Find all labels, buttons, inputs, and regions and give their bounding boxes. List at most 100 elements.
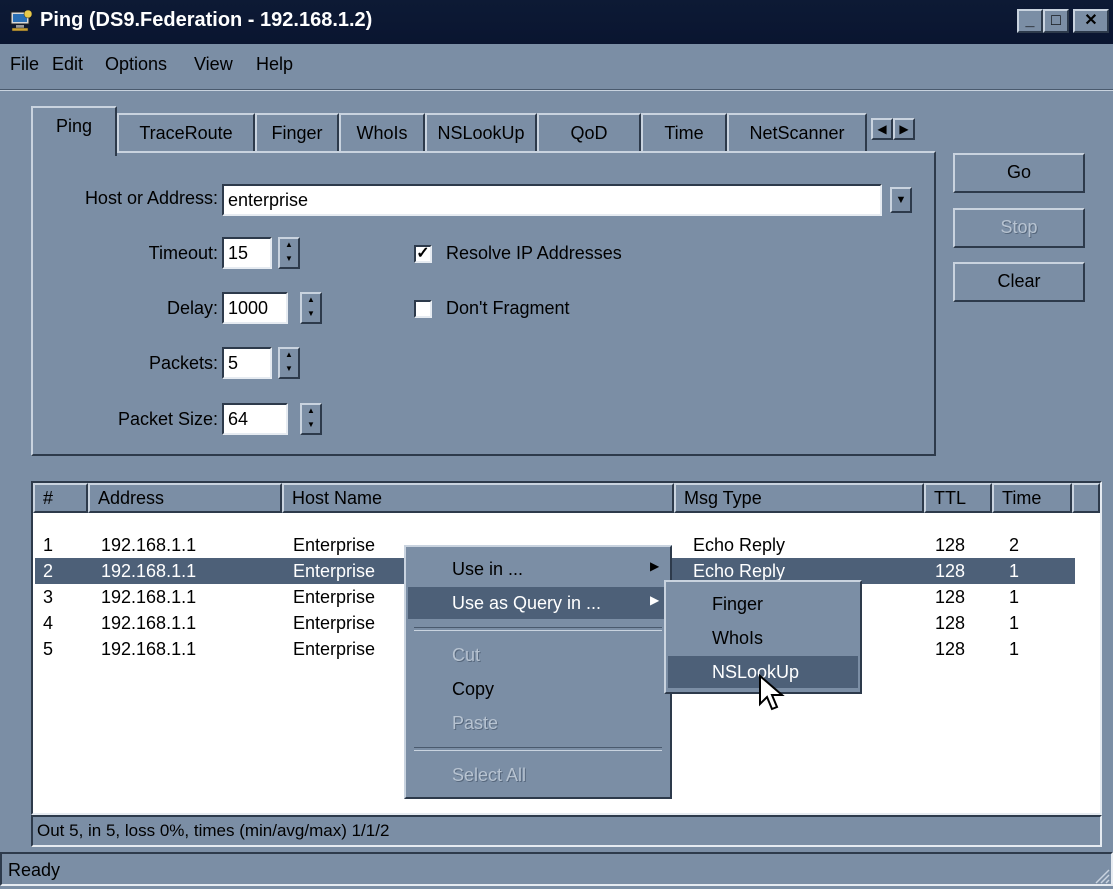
cell-address[interactable]: 192.168.1.1 <box>101 584 196 610</box>
menu-item-select-all[interactable]: Select All <box>408 759 668 791</box>
host-input[interactable]: enterprise <box>222 184 882 216</box>
tab-qod[interactable]: QoD <box>537 113 641 153</box>
cell-ttl[interactable]: 128 <box>935 584 965 610</box>
tab-scroll-left-icon[interactable]: ◀ <box>871 118 893 140</box>
close-button[interactable]: ✕ <box>1073 9 1109 33</box>
column-header-time[interactable]: Time <box>992 483 1072 513</box>
timeout-input[interactable]: 15 <box>222 237 272 269</box>
spin-up-icon[interactable]: ▲ <box>302 294 320 308</box>
title-bar[interactable]: Ping (DS9.Federation - 192.168.1.2) _ □ … <box>0 0 1113 44</box>
cell-address[interactable]: 192.168.1.1 <box>101 532 196 558</box>
menu-view[interactable]: View <box>194 54 233 75</box>
menu-options[interactable]: Options <box>105 54 167 75</box>
tab-time[interactable]: Time <box>641 113 727 153</box>
menu-separator <box>414 747 662 751</box>
delay-input[interactable]: 1000 <box>222 292 288 324</box>
submenu-item-finger[interactable]: Finger <box>668 588 858 620</box>
tab-traceroute[interactable]: TraceRoute <box>117 113 255 153</box>
menu-divider <box>0 89 1113 91</box>
maximize-button[interactable]: □ <box>1043 9 1069 33</box>
dont-fragment-label: Don't Fragment <box>446 298 570 318</box>
submenu-item-whois[interactable]: WhoIs <box>668 622 858 654</box>
column-header-number[interactable]: # <box>33 483 88 513</box>
ping-panel: Host or Address: enterprise ▼ Timeout: 1… <box>31 151 936 456</box>
spin-down-icon[interactable]: ▼ <box>302 419 320 433</box>
status-bar: Ready <box>0 852 1113 886</box>
delay-spinner[interactable]: ▲ ▼ <box>300 292 322 324</box>
submenu-arrow-icon: ▶ <box>650 593 660 607</box>
cell-host-name[interactable]: Enterprise <box>293 584 375 610</box>
menu-edit[interactable]: Edit <box>52 54 83 75</box>
tab-nslookup[interactable]: NSLookUp <box>425 113 537 153</box>
tab-whois[interactable]: WhoIs <box>339 113 425 153</box>
minimize-button[interactable]: _ <box>1017 9 1043 33</box>
menu-item-paste[interactable]: Paste <box>408 707 668 739</box>
menu-bar: File Edit Options View Help <box>0 44 1113 88</box>
cell-time[interactable]: 1 <box>1009 610 1019 636</box>
cell-host-name[interactable]: Enterprise <box>293 558 375 584</box>
dont-fragment-checkbox[interactable] <box>414 300 432 318</box>
cell-host-name[interactable]: Enterprise <box>293 636 375 662</box>
packet-size-spinner[interactable]: ▲ ▼ <box>300 403 322 435</box>
column-header-filler <box>1072 483 1100 513</box>
menu-file[interactable]: File <box>10 54 39 75</box>
menu-item-use-as-query[interactable]: Use as Query in ... <box>408 587 668 619</box>
submenu-arrow-icon: ▶ <box>650 559 660 573</box>
resize-grip-icon[interactable] <box>1092 866 1110 884</box>
cell-number[interactable]: 5 <box>43 636 53 662</box>
spin-up-icon[interactable]: ▲ <box>302 405 320 419</box>
cell-msg-type[interactable]: Echo Reply <box>693 532 785 558</box>
cell-time[interactable]: 1 <box>1009 558 1019 584</box>
tab-netscanner[interactable]: NetScanner <box>727 113 867 153</box>
cell-time[interactable]: 1 <box>1009 636 1019 662</box>
tab-finger[interactable]: Finger <box>255 113 339 153</box>
cell-host-name[interactable]: Enterprise <box>293 532 375 558</box>
context-menu: Use in ... ▶ Use as Query in ... ▶ Cut C… <box>404 545 672 799</box>
tab-scroll-right-icon[interactable]: ▶ <box>893 118 915 140</box>
column-header-host-name[interactable]: Host Name <box>282 483 674 513</box>
resolve-label: Resolve IP Addresses <box>446 243 622 263</box>
cell-address[interactable]: 192.168.1.1 <box>101 558 196 584</box>
packets-spinner[interactable]: ▲ ▼ <box>278 347 300 379</box>
cell-number[interactable]: 1 <box>43 532 53 558</box>
clear-button[interactable]: Clear <box>953 262 1085 302</box>
mouse-pointer-icon <box>758 673 788 717</box>
menu-item-cut[interactable]: Cut <box>408 639 668 671</box>
cell-ttl[interactable]: 128 <box>935 558 965 584</box>
cell-ttl[interactable]: 128 <box>935 610 965 636</box>
spin-down-icon[interactable]: ▼ <box>280 253 298 267</box>
app-icon <box>8 8 34 34</box>
menu-item-use-in[interactable]: Use in ... <box>408 553 668 585</box>
menu-item-copy[interactable]: Copy <box>408 673 668 705</box>
spin-up-icon[interactable]: ▲ <box>280 349 298 363</box>
cell-address[interactable]: 192.168.1.1 <box>101 636 196 662</box>
cell-number[interactable]: 3 <box>43 584 53 610</box>
go-button[interactable]: Go <box>953 153 1085 193</box>
tab-ping[interactable]: Ping <box>31 106 117 156</box>
resolve-checkbox[interactable]: ✓ <box>414 245 432 263</box>
spin-up-icon[interactable]: ▲ <box>280 239 298 253</box>
packets-input[interactable]: 5 <box>222 347 272 379</box>
cell-ttl[interactable]: 128 <box>935 636 965 662</box>
menu-help[interactable]: Help <box>256 54 293 75</box>
cell-number[interactable]: 4 <box>43 610 53 636</box>
host-label: Host or Address: <box>84 188 218 208</box>
column-header-msg-type[interactable]: Msg Type <box>674 483 924 513</box>
packet-size-input[interactable]: 64 <box>222 403 288 435</box>
cell-time[interactable]: 2 <box>1009 532 1019 558</box>
window-title: Ping (DS9.Federation - 192.168.1.2) <box>40 9 373 31</box>
cell-address[interactable]: 192.168.1.1 <box>101 610 196 636</box>
column-header-address[interactable]: Address <box>88 483 282 513</box>
ping-summary: Out 5, in 5, loss 0%, times (min/avg/max… <box>31 815 1102 847</box>
cell-host-name[interactable]: Enterprise <box>293 610 375 636</box>
column-header-ttl[interactable]: TTL <box>924 483 992 513</box>
stop-button[interactable]: Stop <box>953 208 1085 248</box>
timeout-spinner[interactable]: ▲ ▼ <box>278 237 300 269</box>
spin-down-icon[interactable]: ▼ <box>280 363 298 377</box>
cell-number[interactable]: 2 <box>43 558 53 584</box>
cell-time[interactable]: 1 <box>1009 584 1019 610</box>
menu-separator <box>414 627 662 631</box>
cell-ttl[interactable]: 128 <box>935 532 965 558</box>
spin-down-icon[interactable]: ▼ <box>302 308 320 322</box>
host-dropdown-icon[interactable]: ▼ <box>890 187 912 213</box>
